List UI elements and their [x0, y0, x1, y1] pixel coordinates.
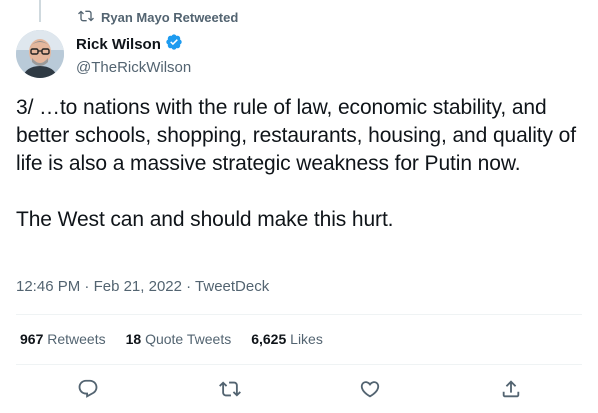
- like-icon[interactable]: [359, 378, 381, 400]
- meta-separator: ·: [80, 278, 94, 295]
- action-bar: [0, 374, 598, 404]
- tweet-text: 3/ …to nations with the rule of law, eco…: [16, 96, 576, 231]
- likes-stat[interactable]: 6,625 Likes: [251, 331, 323, 347]
- thread-line: [39, 0, 41, 22]
- likes-count: 6,625: [251, 331, 287, 347]
- quote-tweets-count: 18: [125, 331, 142, 347]
- tweet-source[interactable]: TweetDeck: [195, 278, 269, 295]
- retweeted-by-label: Ryan Mayo Retweeted: [101, 9, 239, 25]
- retweets-count: 967: [20, 331, 44, 347]
- divider: [16, 364, 582, 365]
- quote-tweets-label: Quote Tweets: [145, 331, 232, 347]
- tweet-date[interactable]: Feb 21, 2022: [94, 278, 182, 295]
- engagement-stats: 967 Retweets 18 Quote Tweets 6,625 Likes: [20, 331, 323, 347]
- tweet-meta: 12:46 PM · Feb 21, 2022 · TweetDeck: [16, 277, 269, 297]
- retweets-stat[interactable]: 967 Retweets: [20, 331, 106, 347]
- author-block: Rick Wilson @TheRickWilson: [76, 33, 191, 77]
- share-icon[interactable]: [500, 378, 522, 400]
- retweets-label: Retweets: [47, 331, 106, 347]
- likes-label: Likes: [290, 331, 323, 347]
- retweet-button-icon[interactable]: [219, 378, 241, 400]
- avatar[interactable]: [16, 30, 64, 78]
- quote-tweets-stat[interactable]: 18 Quote Tweets: [126, 331, 232, 347]
- tweet-time[interactable]: 12:46 PM: [16, 278, 80, 295]
- author-handle[interactable]: @TheRickWilson: [76, 59, 191, 77]
- retweet-icon: [78, 8, 94, 27]
- retweeted-by-context[interactable]: Ryan Mayo Retweeted: [78, 8, 238, 26]
- author-name[interactable]: Rick Wilson: [76, 36, 161, 54]
- divider: [16, 314, 582, 315]
- reply-icon[interactable]: [77, 378, 99, 400]
- meta-separator: ·: [181, 278, 196, 295]
- verified-badge-icon: [165, 33, 183, 56]
